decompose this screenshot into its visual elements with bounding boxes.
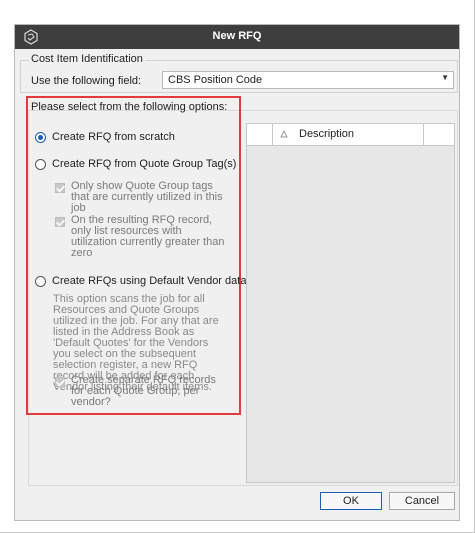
radio-button-selected[interactable] — [35, 131, 46, 143]
checkbox-only-list-utilization[interactable]: On the resulting RFQ record, only list r… — [55, 215, 225, 259]
radio-create-from-quote-group[interactable]: Create RFQ from Quote Group Tag(s) — [35, 158, 236, 170]
table-header: Description — [247, 124, 454, 146]
cost-item-legend: Cost Item Identification — [29, 53, 145, 65]
checkbox-separate-records-label: Create separate RFQ records for each Quo… — [71, 374, 216, 408]
field-label: Use the following field: — [31, 75, 142, 87]
quote-group-table: Description — [246, 123, 455, 483]
checkbox-separate-records[interactable]: Create separate RFQ records for each Quo… — [55, 375, 230, 408]
radio-create-from-quote-group-label: Create RFQ from Quote Group Tag(s) — [52, 158, 237, 170]
column-description-label: Description — [299, 128, 355, 140]
field-dropdown-value: CBS Position Code — [168, 74, 263, 86]
field-dropdown[interactable]: CBS Position Code ▼ — [162, 71, 454, 89]
column-description-header[interactable]: Description — [273, 124, 424, 145]
options-title: Please select from the following options… — [31, 101, 228, 113]
checkbox-only-show-utilized[interactable]: Only show Quote Group tags that are curr… — [55, 181, 225, 214]
dialog-title: New RFQ — [212, 30, 262, 42]
checkbox-only-list-utilization-label: On the resulting RFQ record, only list r… — [71, 214, 225, 259]
radio-create-from-scratch[interactable]: Create RFQ from scratch — [35, 131, 175, 143]
row-selector-header[interactable] — [247, 124, 273, 145]
radio-button[interactable] — [35, 275, 46, 287]
checkbox-only-show-utilized-label: Only show Quote Group tags that are curr… — [71, 180, 223, 214]
checkbox-checked-disabled[interactable] — [55, 217, 65, 227]
radio-create-from-scratch-label: Create RFQ from scratch — [52, 131, 175, 143]
chevron-down-icon[interactable]: ▼ — [441, 73, 449, 82]
checkbox-checked-disabled[interactable] — [55, 377, 65, 387]
checkbox-checked-disabled[interactable] — [55, 183, 65, 193]
title-bar: New RFQ — [15, 25, 459, 49]
radio-default-vendor[interactable]: Create RFQs using Default Vendor data — [35, 275, 246, 287]
ok-button[interactable]: OK — [320, 492, 382, 510]
sort-icon[interactable] — [280, 130, 288, 138]
cancel-button[interactable]: Cancel — [389, 492, 455, 510]
radio-button[interactable] — [35, 158, 46, 170]
cost-item-group: Cost Item Identification Use the followi… — [20, 53, 458, 93]
radio-default-vendor-label: Create RFQs using Default Vendor data — [52, 275, 247, 287]
